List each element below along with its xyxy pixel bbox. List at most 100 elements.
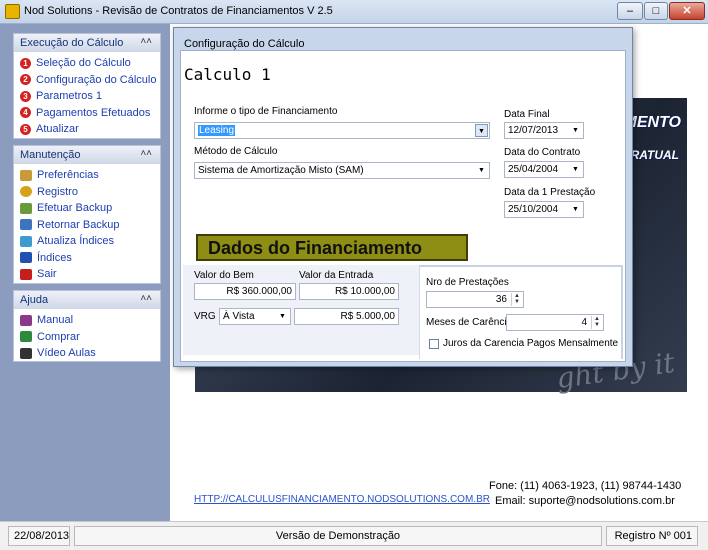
asset-value-input[interactable]: R$ 360.000,00 — [194, 283, 296, 300]
maximize-button[interactable]: □ — [644, 2, 668, 20]
contact-phone: Fone: (11) 4063-1923, (11) 98744-1430 — [489, 480, 682, 492]
buy-icon — [20, 331, 32, 343]
vrg-value-input[interactable]: R$ 5.000,00 — [294, 308, 399, 325]
number-2-icon: 2 — [20, 74, 31, 86]
sidebar-item-atualizar[interactable]: 5 Atualizar — [14, 121, 160, 138]
sidebar-item-label: Seleção do Cálculo — [36, 57, 131, 70]
contact-email: Email: suporte@nodsolutions.com.br — [495, 495, 675, 507]
sidebar-item-sair[interactable]: Sair — [14, 266, 160, 283]
sidebar-item-efetuar-backup[interactable]: Efetuar Backup — [14, 200, 160, 217]
dialog-body: Calculo 1 Informe o tipo de Financiament… — [180, 50, 626, 362]
installments-spinner[interactable]: 36 ▲ ▼ — [426, 291, 524, 308]
window-title: Nod Solutions - Revisão de Contratos de … — [24, 5, 333, 17]
chevron-down-icon[interactable]: ▼ — [475, 124, 488, 137]
financing-data-button[interactable]: Dados do Financiamento — [196, 234, 468, 261]
down-payment-input[interactable]: R$ 10.000,00 — [299, 283, 399, 300]
sidebar-item-selecao[interactable]: 1 Seleção do Cálculo — [14, 55, 160, 72]
indexes-icon — [20, 252, 32, 264]
sidebar-item-pagamentos[interactable]: 4 Pagamentos Efetuados — [14, 105, 160, 122]
sidebar-item-label: Retornar Backup — [37, 218, 120, 231]
sidebar-item-comprar[interactable]: Comprar — [14, 329, 160, 346]
config-dialog: Configuração do Cálculo Calculo 1 Inform… — [173, 27, 633, 367]
sidebar-item-label: Pagamentos Efetuados — [36, 106, 151, 119]
chevron-down-icon[interactable]: ▼ — [569, 124, 582, 137]
installments-value: 36 — [495, 294, 507, 305]
contract-date-label: Data do Contrato — [504, 147, 581, 158]
close-button[interactable]: ✕ — [669, 2, 705, 20]
number-5-icon: 5 — [20, 123, 31, 135]
spinner-arrows-icon[interactable]: ▲ ▼ — [591, 316, 602, 329]
group-header[interactable]: Execução do Cálculo ˄˄ — [14, 34, 160, 52]
sidebar-item-indices[interactable]: Índices — [14, 250, 160, 267]
vrg-mode-select[interactable]: À Vista ▼ — [219, 308, 291, 325]
sidebar-item-configuracao[interactable]: 2 Configuração do Cálculo — [14, 72, 160, 89]
final-date-value: 12/07/2013 — [508, 125, 559, 136]
group-manutencao: Manutenção ˄˄ Preferências Registro Efetu… — [13, 145, 161, 284]
sidebar-item-label: Atualiza Índices — [37, 235, 115, 248]
sidebar-item-label: Índices — [37, 251, 72, 264]
financing-type-select[interactable]: Leasing ▼ — [194, 122, 490, 139]
vrg-mode-value: À Vista — [223, 311, 255, 322]
group-execucao: Execução do Cálculo ˄˄ 1 Seleção do Cálcul… — [13, 33, 161, 139]
grace-months-label: Meses de Carência — [426, 317, 513, 328]
first-installment-value: 25/10/2004 — [508, 204, 559, 215]
grace-interest-checkbox[interactable] — [429, 339, 439, 349]
number-1-icon: 1 — [20, 57, 31, 69]
calc-method-value: Sistema de Amortização Misto (SAM) — [198, 165, 364, 176]
sidebar-item-preferencias[interactable]: Preferências — [14, 167, 160, 184]
collapse-icon[interactable]: ˄˄ — [140, 148, 152, 159]
spinner-arrows-icon[interactable]: ▲ ▼ — [511, 293, 522, 306]
grace-months-spinner[interactable]: 4 ▲ ▼ — [506, 314, 604, 331]
collapse-icon[interactable]: ˄˄ — [140, 36, 152, 47]
key-icon — [20, 186, 32, 198]
asset-value-label: Valor do Bem — [194, 270, 254, 281]
sidebar-item-label: Manual — [37, 314, 74, 327]
contract-date-picker[interactable]: 25/04/2004 ▼ — [504, 161, 584, 178]
sidebar-item-label: Efetuar Backup — [37, 202, 113, 215]
group-title: Ajuda — [20, 294, 49, 306]
group-ajuda: Ajuda ˄˄ Manual Comprar Vídeo Aulas — [13, 290, 161, 362]
sidebar-item-parametros[interactable]: 3 Parametros 1 — [14, 88, 160, 105]
sidebar-item-manual[interactable]: Manual — [14, 312, 160, 329]
group-title: Manutenção — [20, 149, 81, 161]
installments-label: Nro de Prestações — [426, 277, 509, 288]
status-date: 22/08/2013 — [8, 526, 70, 546]
website-link[interactable]: HTTP://CALCULUSFINANCIAMENTO.NODSOLUTION… — [194, 494, 490, 505]
financing-type-label: Informe o tipo de Financiamento — [194, 106, 338, 117]
calc-method-select[interactable]: Sistema de Amortização Misto (SAM) ▼ — [194, 162, 490, 179]
exit-icon — [20, 268, 32, 280]
sidebar-item-label: Preferências — [37, 169, 99, 182]
chevron-down-icon[interactable]: ▼ — [569, 163, 582, 176]
calc-heading: Calculo 1 — [184, 65, 271, 84]
sidebar-item-label: Vídeo Aulas — [37, 347, 96, 360]
restore-backup-icon — [20, 219, 32, 231]
update-indexes-icon — [20, 235, 32, 247]
sidebar-item-label: Comprar — [37, 330, 80, 343]
contract-date-value: 25/04/2004 — [508, 164, 559, 175]
sidebar-item-registro[interactable]: Registro — [14, 184, 160, 201]
first-installment-label: Data da 1 Prestação — [504, 187, 596, 198]
sidebar-item-label: Sair — [37, 268, 57, 281]
sidebar-item-video-aulas[interactable]: Vídeo Aulas — [14, 345, 160, 362]
sidebar-item-atualiza-indices[interactable]: Atualiza Índices — [14, 233, 160, 250]
vrg-label: VRG — [194, 311, 216, 322]
group-title: Execução do Cálculo — [20, 37, 124, 49]
minimize-button[interactable]: – — [617, 2, 643, 20]
preferences-icon — [20, 169, 32, 181]
calc-method-label: Método de Cálculo — [194, 146, 278, 157]
app-icon — [5, 4, 20, 19]
group-header[interactable]: Ajuda ˄˄ — [14, 291, 160, 309]
status-bar: 22/08/2013 Versão de Demonstração Regist… — [0, 521, 708, 550]
manual-icon — [20, 314, 32, 326]
final-date-picker[interactable]: 12/07/2013 ▼ — [504, 122, 584, 139]
sidebar-item-retornar-backup[interactable]: Retornar Backup — [14, 217, 160, 234]
sidebar-item-label: Atualizar — [36, 123, 79, 136]
chevron-down-icon[interactable]: ▼ — [569, 203, 582, 216]
sidebar-item-label: Configuração do Cálculo — [36, 73, 157, 86]
chevron-down-icon[interactable]: ▼ — [475, 164, 488, 177]
collapse-icon[interactable]: ˄˄ — [140, 293, 152, 304]
group-header[interactable]: Manutenção ˄˄ — [14, 146, 160, 164]
backup-icon — [20, 202, 32, 214]
chevron-down-icon[interactable]: ▼ — [276, 310, 289, 323]
first-installment-picker[interactable]: 25/10/2004 ▼ — [504, 201, 584, 218]
